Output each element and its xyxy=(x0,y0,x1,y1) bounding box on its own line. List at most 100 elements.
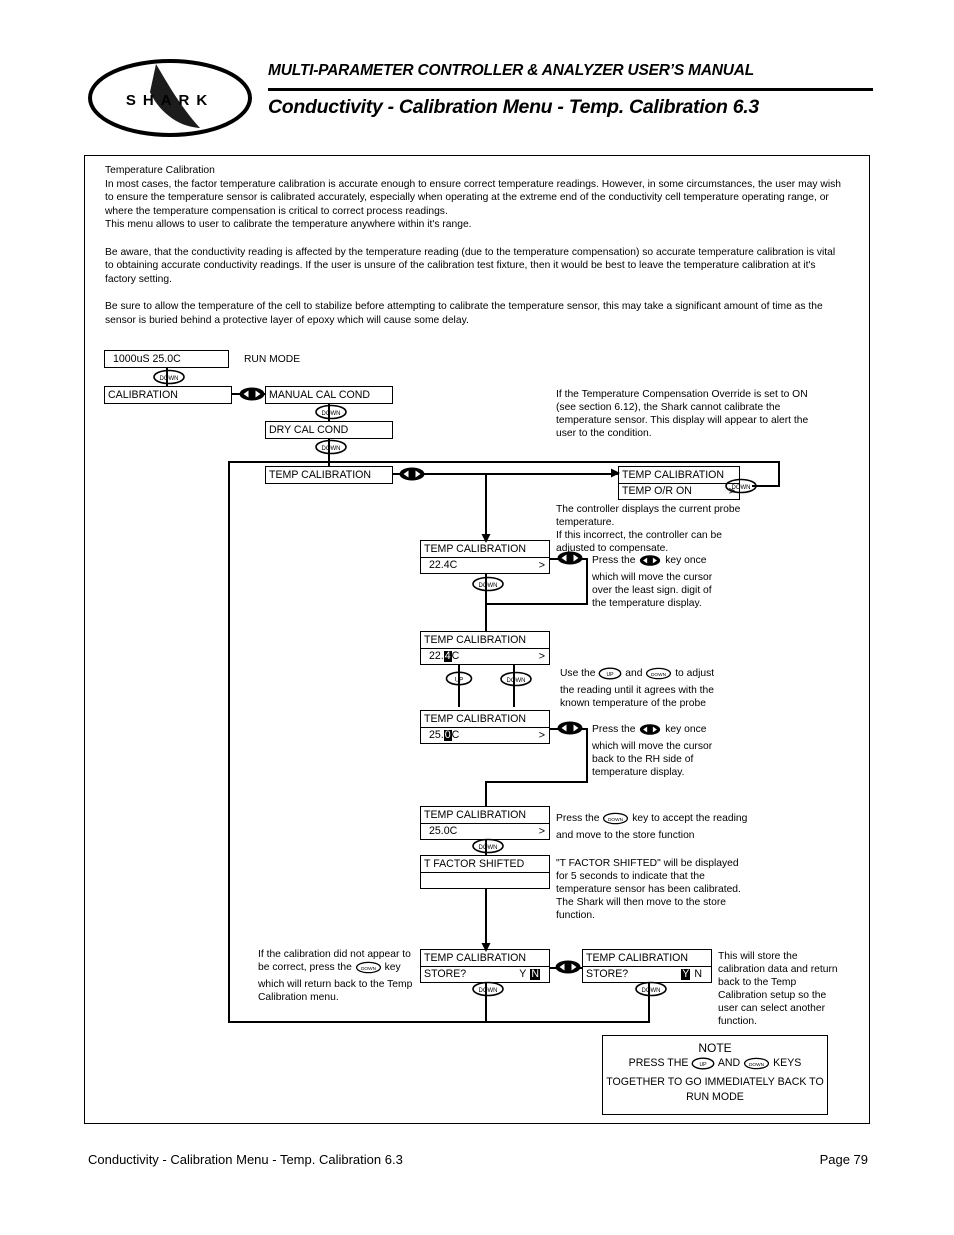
lcd-dry-cal-cond: DRY CAL COND xyxy=(265,421,393,439)
probe-temp-annotation: The controller displays the current prob… xyxy=(556,504,741,554)
lcd-value: STORE? xyxy=(586,968,629,981)
lcd-temp-250-cursor: TEMP CALIBRATION 25. 0 C > xyxy=(420,710,550,744)
left-right-key-icon xyxy=(638,723,662,740)
footer-left: Conductivity - Calibration Menu - Temp. … xyxy=(88,1152,403,1167)
press-lr-annotation-2: Press the key once which will move the c… xyxy=(592,723,722,779)
lcd-line: 25.0C > xyxy=(421,727,549,743)
up-key-icon: UP xyxy=(691,1057,715,1075)
svg-text:DOWN: DOWN xyxy=(479,845,498,851)
up-key-icon: UP xyxy=(598,667,622,684)
down-key-icon: DOWN xyxy=(724,478,758,494)
annotation-text: Use the xyxy=(560,668,596,679)
connector-to-cursor-box xyxy=(485,603,487,631)
annotation-text: Press the xyxy=(592,724,636,735)
svg-text:DOWN: DOWN xyxy=(322,446,341,452)
store-yes-option: Y xyxy=(519,968,527,981)
connector-250-to-next xyxy=(485,781,588,783)
lcd-line-blank xyxy=(421,872,549,888)
down-key-icon: DOWN xyxy=(314,404,348,420)
override-annotation: If the Temperature Compensation Override… xyxy=(556,389,809,439)
lcd-line: 22.4C > xyxy=(421,648,549,664)
svg-text:DOWN: DOWN xyxy=(160,376,179,382)
down-key-icon: DOWN xyxy=(152,369,186,385)
use-updown-annotation: Use the UP and DOWN to adjust the readin… xyxy=(560,667,716,710)
cursor-marker: > xyxy=(538,729,545,741)
page-header: SHARK MULTI-PARAMETER CONTROLLER & ANALY… xyxy=(0,0,954,148)
connector-250-down xyxy=(586,728,588,782)
left-right-key-icon xyxy=(556,550,584,566)
svg-text:DOWN: DOWN xyxy=(507,678,526,684)
lcd-line: STORE? Y N xyxy=(583,966,711,982)
svg-text:UP: UP xyxy=(607,672,615,678)
down-key-icon: DOWN xyxy=(471,576,505,592)
lcd-line: TEMP CALIBRATION xyxy=(424,808,527,821)
cursor-marker: > xyxy=(538,650,545,662)
down-key-icon: DOWN xyxy=(634,981,668,997)
note-text: AND xyxy=(717,1057,741,1069)
annotation-text: Press the xyxy=(592,555,636,566)
lcd-calibration: CALIBRATION xyxy=(104,386,232,404)
lcd-line: TEMP CALIBRATION xyxy=(622,468,725,481)
run-mode-label: RUN MODE xyxy=(244,354,301,365)
svg-text:DOWN: DOWN xyxy=(642,988,661,994)
lcd-value-suffix: C xyxy=(451,650,460,663)
note-line-3: RUN MODE xyxy=(686,1091,744,1103)
return-path-right-top xyxy=(778,461,781,485)
store-yes-annotation: This will store the calibration data and… xyxy=(718,951,838,1027)
lcd-temp-250: TEMP CALIBRATION 25.0C > xyxy=(420,806,550,840)
lcd-manual-cal-cond: MANUAL CAL COND xyxy=(265,386,393,404)
connector-224-down xyxy=(586,558,588,604)
lcd-value-prefix: 25. xyxy=(429,729,444,742)
header-rule xyxy=(268,88,873,91)
lcd-value: 25.0C xyxy=(429,825,458,838)
svg-text:DOWN: DOWN xyxy=(651,672,667,678)
down-key-icon: DOWN xyxy=(471,838,505,854)
intro-paragraph-3: Be aware, that the conductivity reading … xyxy=(105,246,836,285)
cursor-marker: > xyxy=(538,825,545,837)
lcd-line: MANUAL CAL COND xyxy=(269,388,371,401)
note-text: KEYS xyxy=(773,1057,802,1069)
lcd-line: TEMP O/R ON > xyxy=(619,483,739,499)
intro-paragraph-2: This menu allows to user to calibrate th… xyxy=(105,219,472,231)
lcd-value: STORE? xyxy=(424,968,467,981)
annotation-text: and xyxy=(625,668,643,679)
left-right-key-icon xyxy=(238,386,266,402)
return-path-top xyxy=(228,461,780,464)
lcd-line: TEMP CALIBRATION xyxy=(424,712,527,725)
svg-text:DOWN: DOWN xyxy=(322,411,341,417)
section-title: Conductivity - Calibration Menu - Temp. … xyxy=(268,96,759,118)
intro-text: Temperature Calibration In most cases, t… xyxy=(105,164,845,327)
t-factor-annotation: "T FACTOR SHIFTED" will be displayed for… xyxy=(556,858,741,921)
connector-224-to-next xyxy=(485,603,588,605)
shark-logo: SHARK xyxy=(88,58,253,138)
lcd-temp-calibration-main: TEMP CALIBRATION xyxy=(265,466,393,484)
store-no-option-selected: N xyxy=(530,968,540,981)
press-lr-annotation-1: Press the key once which will move the c… xyxy=(592,554,722,610)
lcd-value-suffix: C xyxy=(451,729,460,742)
note-text: PRESS THE xyxy=(628,1057,689,1069)
lcd-line: TEMP CALIBRATION xyxy=(424,633,527,646)
down-key-icon: DOWN xyxy=(743,1057,770,1075)
connector-tfactor-to-store xyxy=(485,888,487,950)
svg-text:UP: UP xyxy=(700,1062,708,1068)
down-key-icon: DOWN xyxy=(645,667,672,684)
down-key-icon: DOWN xyxy=(314,439,348,455)
shark-logo-text: SHARK xyxy=(126,92,214,109)
svg-text:DOWN: DOWN xyxy=(608,817,624,823)
connector-branch-vertical xyxy=(485,473,487,539)
down-key-icon: DOWN xyxy=(355,961,382,978)
lcd-line: T FACTOR SHIFTED xyxy=(424,857,525,870)
lcd-line: CALIBRATION xyxy=(108,388,178,401)
lcd-line: TEMP CALIBRATION xyxy=(586,951,689,964)
arrow-head-icon xyxy=(481,534,491,543)
down-key-icon: DOWN xyxy=(602,812,629,829)
intro-heading: Temperature Calibration xyxy=(105,165,215,176)
lcd-line: 22.4C > xyxy=(421,557,549,573)
down-key-icon: DOWN xyxy=(499,671,533,687)
intro-paragraph-4: Be sure to allow the temperature of the … xyxy=(105,300,823,326)
lcd-line: TEMP CALIBRATION xyxy=(269,468,372,481)
annotation-text: Press the xyxy=(556,813,600,824)
manual-page: SHARK MULTI-PARAMETER CONTROLLER & ANALY… xyxy=(0,0,954,1235)
up-key-icon: UP xyxy=(445,671,473,686)
note-line-2: TOGETHER TO GO IMMEDIATELY BACK TO xyxy=(606,1076,824,1088)
